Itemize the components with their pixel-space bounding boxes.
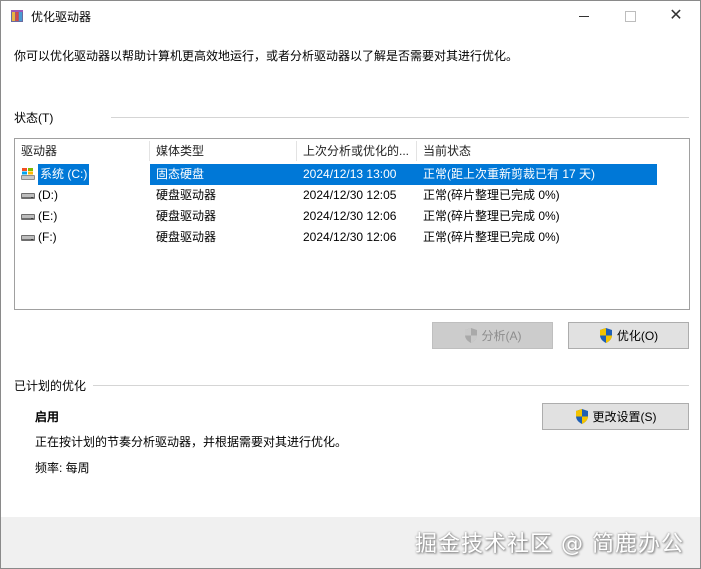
- last-run-cell: 2024/12/30 12:05: [303, 188, 397, 202]
- description-text: 你可以优化驱动器以帮助计算机更高效地运行，或者分析驱动器以了解是否需要对其进行优…: [14, 49, 519, 63]
- drive-name: (D:): [38, 188, 58, 202]
- drive-name: 系统 (C:): [38, 164, 90, 185]
- hard-drive-icon: [21, 235, 35, 241]
- watermark-text: 掘金技术社区 @ 简鹿办公: [415, 532, 684, 557]
- maximize-button: [607, 1, 653, 31]
- last-run-cell: 2024/12/30 12:06: [303, 230, 397, 244]
- change-settings-button-label: 更改设置(S): [592, 410, 657, 424]
- status-cell: 正常(碎片整理已完成 0%): [423, 188, 560, 202]
- schedule-section-label: 已计划的优化: [14, 379, 87, 393]
- column-header-media-type[interactable]: 媒体类型: [150, 139, 296, 163]
- last-run-cell: 2024/12/30 12:06: [303, 209, 397, 223]
- row-selection-highlight: 固态硬盘 2024/12/13 13:00 正常(距上次重新剪裁已有 17 天): [150, 164, 657, 185]
- drives-list[interactable]: 驱动器 媒体类型 上次分析或优化的... 当前状态 系统 (C:) 固态硬盘 2…: [14, 138, 690, 310]
- change-settings-button[interactable]: 更改设置(S): [542, 403, 689, 430]
- drive-name: (E:): [38, 209, 58, 223]
- status-section-label: 状态(T): [14, 111, 54, 125]
- uac-shield-icon: [575, 409, 588, 424]
- analyze-button[interactable]: 分析(A): [432, 322, 553, 349]
- optimize-button[interactable]: 优化(O): [568, 322, 689, 349]
- media-type-cell: 硬盘驱动器: [156, 188, 217, 202]
- drive-name: (F:): [38, 230, 57, 244]
- schedule-divider: [93, 385, 689, 386]
- status-cell: 正常(碎片整理已完成 0%): [423, 209, 560, 223]
- list-header: 驱动器 媒体类型 上次分析或优化的... 当前状态: [15, 139, 689, 163]
- schedule-description: 正在按计划的节奏分析驱动器，并根据需要对其进行优化。: [35, 435, 348, 449]
- optimize-drives-window: 优化驱动器 ✕ 你可以优化驱动器以帮助计算机更高效地运行，或者分析驱动器以了解是…: [0, 0, 701, 569]
- status-divider: [111, 117, 689, 118]
- windows-drive-icon: [21, 168, 35, 180]
- minimize-icon: [579, 16, 589, 18]
- close-icon: ✕: [669, 7, 683, 24]
- media-type-cell: 硬盘驱动器: [156, 230, 217, 244]
- table-row[interactable]: (E:) 硬盘驱动器 2024/12/30 12:06 正常(碎片整理已完成 0…: [15, 206, 655, 227]
- table-row[interactable]: (D:) 硬盘驱动器 2024/12/30 12:05 正常(碎片整理已完成 0…: [15, 185, 655, 206]
- uac-shield-icon: [599, 328, 612, 343]
- media-type-cell: 硬盘驱动器: [156, 209, 217, 223]
- table-row[interactable]: (F:) 硬盘驱动器 2024/12/30 12:06 正常(碎片整理已完成 0…: [15, 227, 655, 248]
- minimize-button[interactable]: [561, 1, 607, 31]
- uac-shield-icon: [464, 328, 477, 343]
- close-button[interactable]: ✕: [653, 1, 699, 31]
- column-header-drive[interactable]: 驱动器: [15, 139, 149, 163]
- table-row[interactable]: 系统 (C:) 固态硬盘 2024/12/13 13:00 正常(距上次重新剪裁…: [15, 164, 657, 185]
- column-header-current-status[interactable]: 当前状态: [417, 139, 657, 163]
- media-type-cell: 固态硬盘: [156, 167, 205, 181]
- analyze-button-label: 分析(A): [481, 329, 522, 343]
- title-bar[interactable]: 优化驱动器 ✕: [1, 1, 700, 31]
- hard-drive-icon: [21, 193, 35, 199]
- status-cell: 正常(碎片整理已完成 0%): [423, 230, 560, 244]
- status-cell: 正常(距上次重新剪裁已有 17 天): [423, 167, 596, 181]
- defrag-app-icon: [11, 10, 23, 22]
- hard-drive-icon: [21, 214, 35, 220]
- last-run-cell: 2024/12/13 13:00: [303, 167, 397, 181]
- schedule-state: 启用: [35, 410, 60, 424]
- window-title: 优化驱动器: [31, 10, 92, 24]
- optimize-button-label: 优化(O): [616, 329, 659, 343]
- column-header-last-run[interactable]: 上次分析或优化的...: [297, 139, 416, 163]
- schedule-frequency: 频率: 每周: [35, 461, 90, 475]
- maximize-icon: [624, 11, 636, 23]
